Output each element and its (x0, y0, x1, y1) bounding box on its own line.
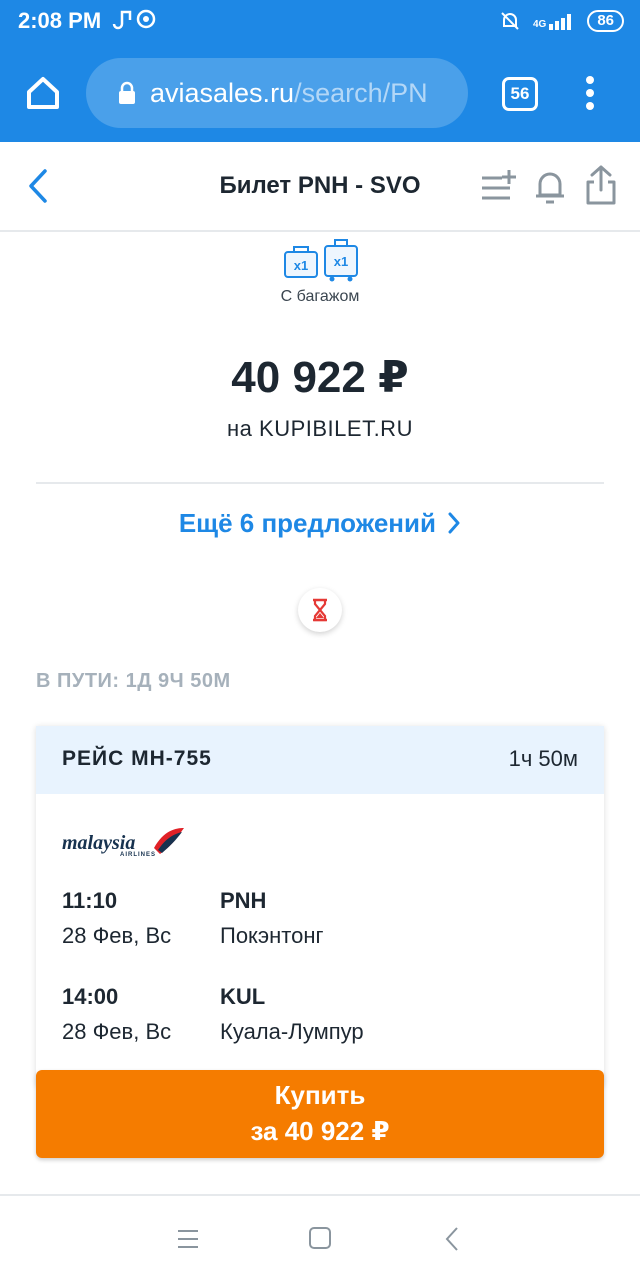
departure-time: 11:10 (62, 888, 118, 913)
back-nav-icon[interactable] (444, 1226, 460, 1252)
home-icon[interactable] (24, 74, 62, 112)
departure-city: Покэнтонг (220, 923, 324, 948)
lock-icon (119, 81, 135, 104)
system-nav-bar (0, 1194, 640, 1282)
bell-icon[interactable] (534, 166, 566, 206)
baggage-label: С багажом (280, 288, 360, 305)
airline-logo: malaysia AIRLINES (62, 826, 192, 862)
airline-kite-icon (154, 828, 184, 854)
divider (36, 482, 604, 484)
filter-add-icon[interactable] (480, 168, 518, 204)
buy-button-price: за 40 922 ₽ (250, 1116, 390, 1146)
chevron-right-icon (448, 512, 460, 534)
home-square-icon[interactable] (308, 1226, 332, 1250)
url-text: aviasales.ru/search/PN (150, 77, 428, 108)
hourglass-icon (313, 598, 327, 622)
signal-icon: 4G (533, 12, 575, 30)
travel-time: В ПУТИ: 1Д 9Ч 50М (36, 670, 231, 692)
flight-duration: 1ч 50м (508, 746, 578, 771)
menu-icon[interactable] (176, 1228, 200, 1250)
flight-card: РЕЙС MH-755 1ч 50м malaysia AIRLINES 11:… (36, 726, 604, 1086)
status-time: 2:08 PM (18, 8, 102, 33)
bell-off-icon (501, 12, 519, 30)
more-offers-link[interactable]: Ещё 6 предложений (0, 508, 640, 539)
buy-button[interactable]: Купить за 40 922 ₽ (36, 1070, 604, 1158)
departure-date: 28 Фев, Вс (62, 923, 172, 948)
music-note-icon (112, 9, 156, 30)
tab-switcher-button[interactable]: 56 (502, 77, 538, 111)
arrival-city: Куала-Лумпур (220, 1019, 364, 1044)
app-header: Билет PNH - SVO (0, 142, 640, 232)
flight-number: РЕЙС MH-755 (62, 747, 212, 770)
seller-name: на KUPIBILET.RU (227, 416, 413, 441)
more-vert-icon[interactable] (582, 74, 598, 112)
arrival-time: 14:00 (62, 984, 119, 1009)
carry-on-count: x1 (293, 258, 309, 273)
suitcase-count: x1 (333, 254, 349, 269)
address-bar[interactable]: aviasales.ru/search/PN (86, 58, 468, 128)
buy-button-label: Купить (274, 1080, 366, 1110)
arrival-code: KUL (220, 984, 266, 1009)
status-right: 4G 86 (499, 8, 624, 34)
carry-on-bag-icon: x1 (284, 242, 318, 278)
price: 40 922 ₽ (231, 353, 409, 402)
battery-icon: 86 (587, 10, 624, 32)
hourglass-button[interactable] (298, 588, 342, 632)
flight-card-header: РЕЙС MH-755 1ч 50м (36, 726, 604, 794)
suitcase-icon: x1 (324, 238, 358, 282)
status-notification-icons (112, 8, 162, 36)
more-offers-label: Ещё 6 предложений (178, 508, 436, 538)
share-icon[interactable] (584, 164, 618, 206)
arrival-date: 28 Фев, Вс (62, 1019, 172, 1044)
browser-chrome: 2:08 PM 4G 86 aviasales.ru/search/PN 56 (0, 0, 640, 142)
departure-code: PNH (220, 888, 267, 913)
